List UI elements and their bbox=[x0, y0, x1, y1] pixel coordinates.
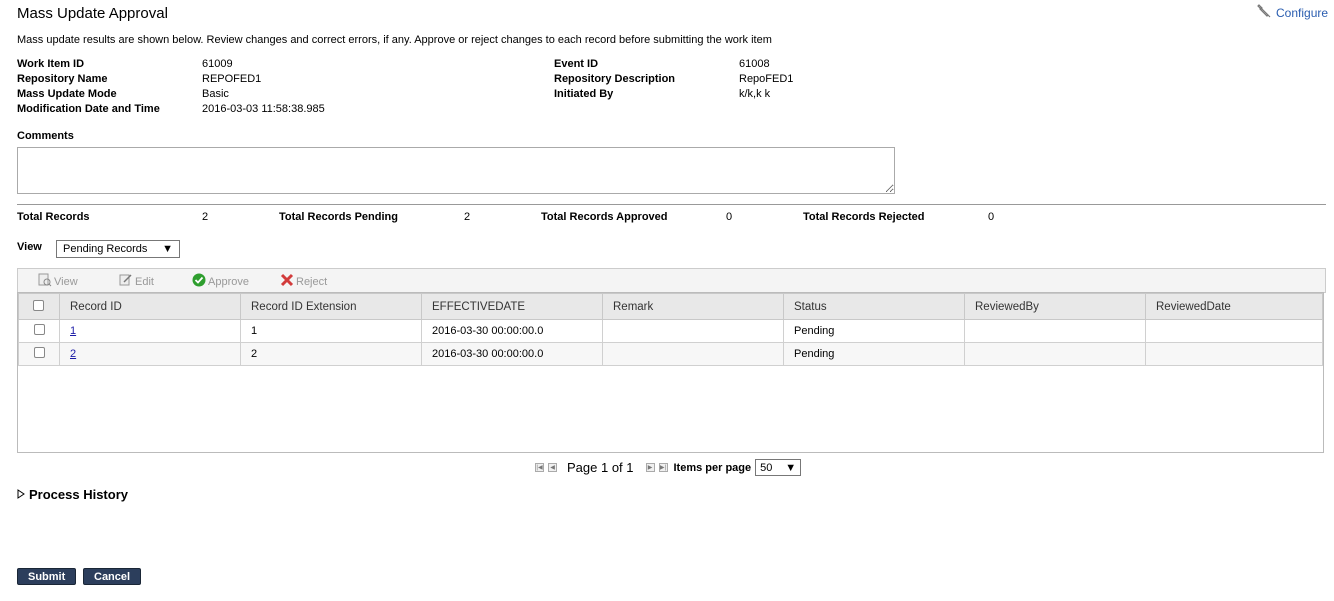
reviewed-date-cell bbox=[1145, 342, 1323, 366]
page-indicator: Page 1 of 1 bbox=[567, 460, 634, 475]
records-grid: Record ID Record ID Extension EFFECTIVED… bbox=[17, 292, 1324, 453]
intro-text: Mass update results are shown below. Rev… bbox=[17, 34, 772, 46]
row-checkbox[interactable] bbox=[34, 324, 45, 335]
table-row[interactable]: 1 1 2016-03-30 00:00:00.0 Pending bbox=[18, 319, 1323, 343]
row-select-cell bbox=[18, 319, 60, 343]
divider bbox=[17, 204, 1326, 205]
modification-date-label: Modification Date and Time bbox=[17, 103, 160, 115]
table-header-row: Record ID Record ID Extension EFFECTIVED… bbox=[18, 293, 1323, 320]
items-per-page-select[interactable]: 50 ▼ bbox=[755, 459, 802, 476]
process-history-toggle[interactable]: Process History bbox=[17, 487, 128, 502]
pagination: |◀ ◀ Page 1 of 1 ▶ ▶| Items per page 50 … bbox=[535, 459, 802, 476]
select-all-checkbox[interactable] bbox=[33, 299, 44, 311]
prev-page-icon[interactable]: ◀ bbox=[548, 463, 557, 472]
total-pending-value: 2 bbox=[464, 211, 471, 223]
effective-date-cell: 2016-03-30 00:00:00.0 bbox=[421, 342, 603, 366]
table-row[interactable]: 2 2 2016-03-30 00:00:00.0 Pending bbox=[18, 342, 1323, 366]
process-history-label: Process History bbox=[29, 487, 128, 502]
extension-cell: 2 bbox=[240, 342, 422, 366]
view-record-icon bbox=[38, 273, 52, 290]
items-per-page-value: 50 bbox=[760, 461, 773, 474]
status-cell: Pending bbox=[783, 342, 965, 366]
total-records-label: Total Records bbox=[17, 211, 90, 223]
mass-update-mode-value: Basic bbox=[202, 88, 229, 100]
wrench-icon bbox=[1256, 3, 1272, 22]
view-button[interactable]: View bbox=[38, 273, 78, 290]
column-header[interactable]: EFFECTIVEDATE bbox=[421, 293, 603, 320]
column-header[interactable]: Record ID bbox=[59, 293, 241, 320]
initiated-by-value: k/k,k k bbox=[739, 88, 771, 100]
total-rejected-value: 0 bbox=[988, 211, 995, 223]
comments-textarea[interactable] bbox=[17, 147, 895, 194]
chevron-down-icon: ▼ bbox=[162, 243, 173, 255]
grid-toolbar: View Edit Approve Reject bbox=[17, 268, 1326, 293]
approve-check-icon bbox=[192, 273, 206, 290]
record-id-cell: 2 bbox=[59, 342, 241, 366]
repository-description-label: Repository Description bbox=[554, 73, 676, 85]
repository-name-value: REPOFED1 bbox=[202, 73, 262, 85]
event-id-value: 61008 bbox=[739, 58, 770, 70]
modification-date-value: 2016-03-03 11:58:38.985 bbox=[202, 103, 325, 115]
chevron-down-icon: ▼ bbox=[785, 461, 797, 474]
approve-button-label: Approve bbox=[208, 275, 249, 288]
effective-date-cell: 2016-03-30 00:00:00.0 bbox=[421, 319, 603, 343]
reject-button[interactable]: Reject bbox=[280, 273, 327, 290]
reject-button-label: Reject bbox=[296, 275, 328, 288]
last-page-icon[interactable]: ▶| bbox=[658, 463, 668, 472]
column-header[interactable]: ReviewedDate bbox=[1145, 293, 1323, 320]
items-per-page-label: Items per page bbox=[673, 461, 752, 474]
view-button-label: View bbox=[54, 275, 78, 288]
total-rejected-label: Total Records Rejected bbox=[803, 211, 925, 223]
total-pending-label: Total Records Pending bbox=[279, 211, 398, 223]
page-title: Mass Update Approval bbox=[17, 5, 168, 22]
reviewed-by-cell bbox=[964, 342, 1146, 366]
extension-cell: 1 bbox=[240, 319, 422, 343]
next-page-icon[interactable]: ▶ bbox=[645, 463, 655, 472]
repository-description-value: RepoFED1 bbox=[739, 73, 794, 85]
total-approved-label: Total Records Approved bbox=[541, 211, 668, 223]
row-select-cell bbox=[18, 342, 60, 366]
remark-cell bbox=[602, 342, 784, 366]
record-id-link[interactable]: 1 bbox=[70, 325, 76, 337]
column-header[interactable]: Status bbox=[783, 293, 965, 320]
event-id-label: Event ID bbox=[554, 58, 599, 70]
record-id-cell: 1 bbox=[59, 319, 241, 343]
edit-button[interactable]: Edit bbox=[119, 273, 154, 290]
view-label: View bbox=[17, 241, 42, 253]
remark-cell bbox=[602, 319, 784, 343]
submit-button[interactable]: Submit bbox=[17, 568, 77, 585]
reject-x-icon bbox=[280, 273, 294, 290]
reviewed-by-cell bbox=[964, 319, 1146, 343]
total-approved-value: 0 bbox=[726, 211, 733, 223]
row-checkbox[interactable] bbox=[34, 347, 45, 358]
view-select[interactable]: Pending Records ▼ bbox=[56, 240, 180, 258]
configure-label[interactable]: Configure bbox=[1276, 6, 1328, 20]
work-item-id-label: Work Item ID bbox=[17, 58, 85, 70]
first-page-icon[interactable]: |◀ bbox=[535, 463, 544, 472]
edit-button-label: Edit bbox=[135, 275, 154, 288]
select-all-header bbox=[18, 293, 60, 320]
cancel-button[interactable]: Cancel bbox=[83, 568, 142, 585]
repository-name-label: Repository Name bbox=[17, 73, 108, 85]
column-header[interactable]: Remark bbox=[602, 293, 784, 320]
initiated-by-label: Initiated By bbox=[554, 88, 614, 100]
mass-update-mode-label: Mass Update Mode bbox=[17, 88, 117, 100]
configure-link[interactable]: Configure bbox=[1256, 3, 1328, 22]
edit-icon bbox=[119, 273, 133, 290]
status-cell: Pending bbox=[783, 319, 965, 343]
total-records-value: 2 bbox=[202, 211, 209, 223]
work-item-id-value: 61009 bbox=[202, 58, 233, 70]
comments-label: Comments bbox=[17, 130, 74, 142]
reviewed-date-cell bbox=[1145, 319, 1323, 343]
view-select-value: Pending Records bbox=[63, 243, 148, 255]
record-id-link[interactable]: 2 bbox=[70, 348, 76, 360]
column-header[interactable]: ReviewedBy bbox=[964, 293, 1146, 320]
column-header[interactable]: Record ID Extension bbox=[240, 293, 422, 320]
expand-triangle-icon bbox=[17, 487, 25, 502]
approve-button[interactable]: Approve bbox=[192, 273, 249, 290]
